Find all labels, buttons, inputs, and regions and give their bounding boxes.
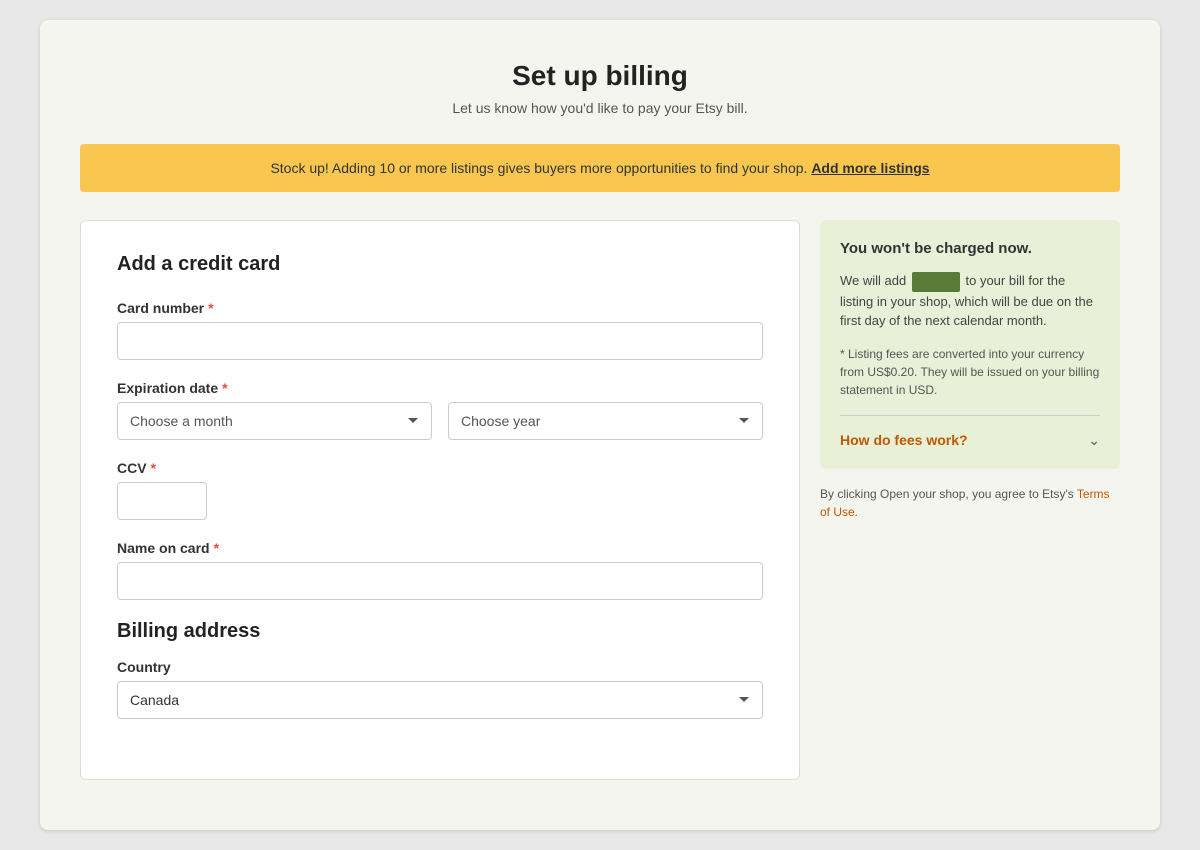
divider: [840, 415, 1100, 416]
chevron-down-icon: ⌄: [1088, 432, 1100, 449]
sidebar: You won't be charged now. We will add to…: [820, 220, 1120, 521]
add-listings-link[interactable]: Add more listings: [811, 160, 929, 176]
form-card: Add a credit card Card number * Expirati…: [80, 220, 800, 780]
required-indicator: *: [208, 300, 213, 316]
expiration-group: Expiration date * Choose a month January…: [117, 380, 763, 440]
required-indicator: *: [222, 380, 227, 396]
country-label: Country: [117, 659, 763, 675]
billing-section-title: Billing address: [117, 620, 763, 643]
card-number-input[interactable]: [117, 322, 763, 360]
required-indicator: *: [151, 460, 156, 476]
page-header: Set up billing Let us know how you'd lik…: [80, 60, 1120, 116]
ccv-group: CCV *: [117, 460, 763, 520]
page-subtitle: Let us know how you'd like to pay your E…: [80, 100, 1120, 116]
name-input[interactable]: [117, 562, 763, 600]
info-box-body: We will add to your bill for the listing…: [840, 271, 1100, 331]
promo-banner: Stock up! Adding 10 or more listings giv…: [80, 144, 1120, 192]
card-section-title: Add a credit card: [117, 253, 763, 276]
redacted-value: [912, 272, 960, 292]
info-box-title: You won't be charged now.: [840, 240, 1100, 257]
card-number-group: Card number *: [117, 300, 763, 360]
country-group: Country Canada United States United King…: [117, 659, 763, 719]
card-number-label: Card number *: [117, 300, 763, 316]
expiration-label: Expiration date *: [117, 380, 763, 396]
ccv-label: CCV *: [117, 460, 763, 476]
month-select[interactable]: Choose a month JanuaryFebruaryMarchApril…: [117, 402, 432, 440]
info-box-note: * Listing fees are converted into your c…: [840, 345, 1100, 399]
name-label: Name on card *: [117, 540, 763, 556]
expiry-row: Choose a month JanuaryFebruaryMarchApril…: [117, 402, 763, 440]
banner-text: Stock up! Adding 10 or more listings giv…: [270, 160, 807, 176]
country-select[interactable]: Canada United States United Kingdom Aust…: [117, 681, 763, 719]
page-title: Set up billing: [80, 60, 1120, 92]
year-select[interactable]: Choose year 2024202520262027202820292030…: [448, 402, 763, 440]
main-row: Add a credit card Card number * Expirati…: [80, 220, 1120, 780]
fees-link[interactable]: How do fees work?: [840, 432, 968, 448]
fees-row: How do fees work? ⌄: [840, 432, 1100, 449]
required-indicator: *: [214, 540, 219, 556]
info-box: You won't be charged now. We will add to…: [820, 220, 1120, 469]
name-group: Name on card *: [117, 540, 763, 600]
ccv-input[interactable]: [117, 482, 207, 520]
terms-text: By clicking Open your shop, you agree to…: [820, 485, 1120, 521]
page-container: Set up billing Let us know how you'd lik…: [40, 20, 1160, 830]
